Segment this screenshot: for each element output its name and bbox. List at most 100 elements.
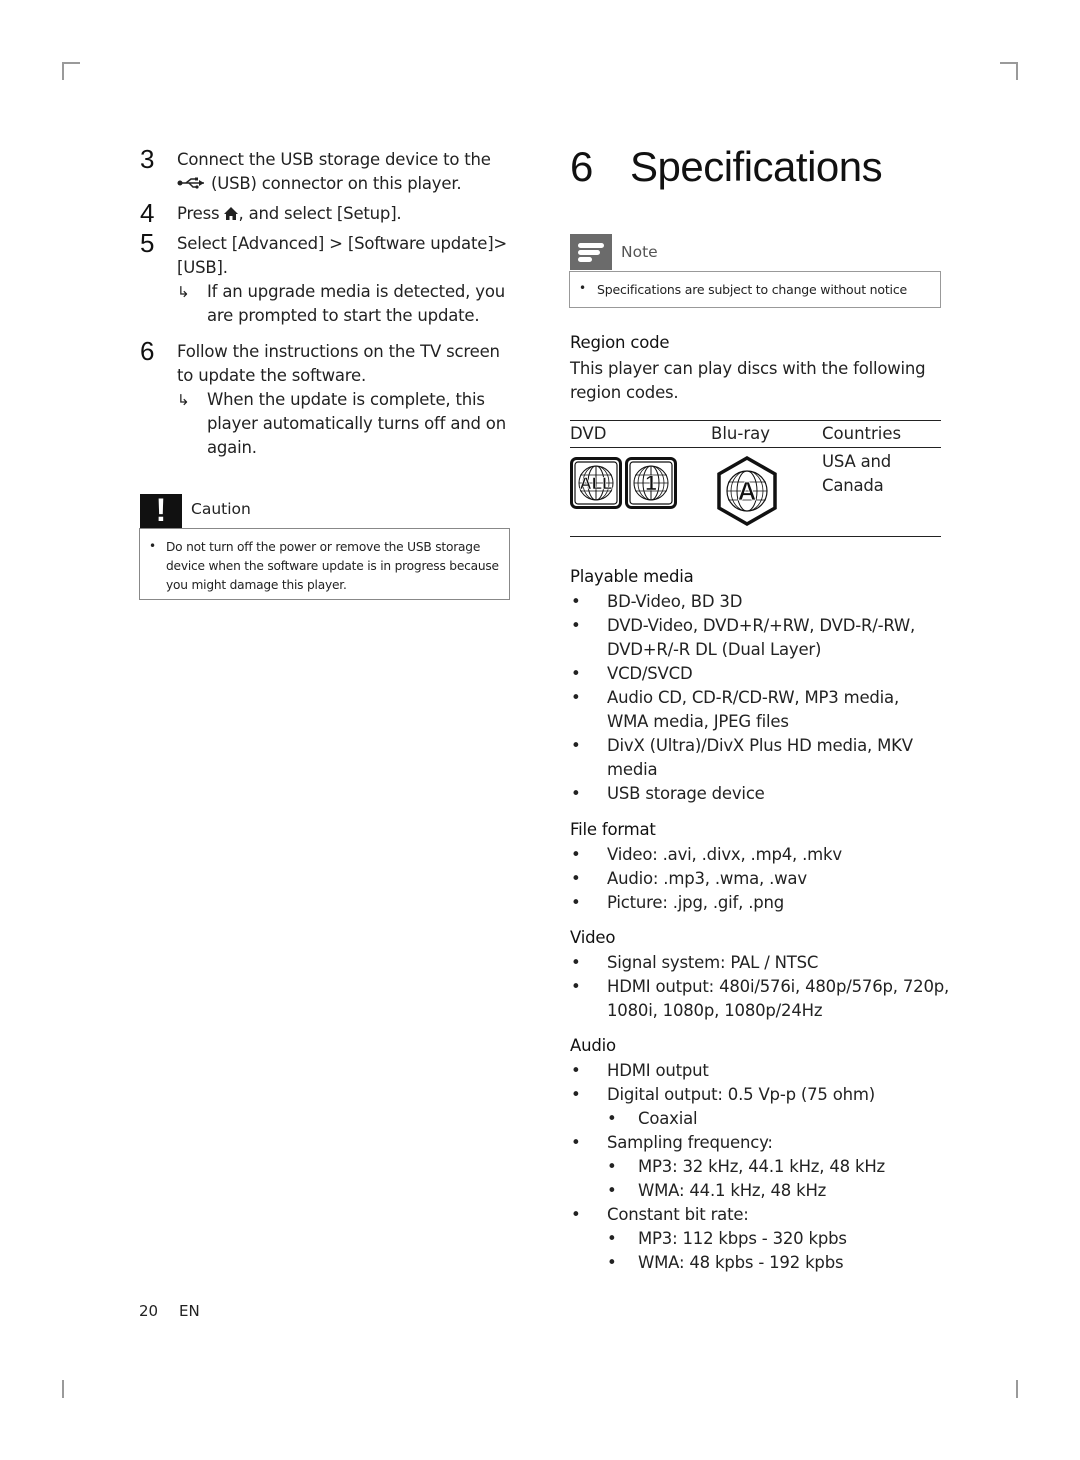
bullet-icon: •	[571, 784, 581, 803]
bullet-icon: •	[571, 664, 581, 683]
bullet-icon: •	[571, 1061, 581, 1080]
dvd-region-1-label: 1	[645, 472, 657, 495]
chapter-number: 6	[570, 143, 593, 190]
table-header-dvd: DVD	[570, 424, 607, 443]
description-line: region codes.	[570, 383, 679, 402]
step-number: 6	[140, 336, 155, 366]
step-line: [USB].	[177, 258, 228, 277]
caution-title: Caution	[191, 500, 251, 518]
page-number: 20	[139, 1302, 159, 1320]
caution-line: device when the software update is in pr…	[166, 559, 499, 573]
dvd-region-all-icon: ALL	[570, 457, 622, 513]
crop-mark-top-right-v	[1016, 62, 1018, 80]
list-item-text: VCD/SVCD	[607, 664, 693, 683]
list-item-line: media	[607, 760, 658, 779]
result-arrow-icon: ↳	[177, 391, 190, 409]
bullet-icon: •	[571, 592, 581, 611]
list-item-text: BD-Video, BD 3D	[607, 592, 743, 611]
crop-mark-bottom-left	[62, 1380, 64, 1398]
bullet-icon: •	[571, 953, 581, 972]
step-4: 4 Press , and select [Setup].	[140, 198, 510, 228]
result-line: If an upgrade media is detected, you	[207, 282, 505, 301]
list-item-line: 1080i, 1080p, 1080p/24Hz	[607, 1001, 823, 1020]
step-text: Select [Advanced] > [Software update]> […	[177, 232, 510, 280]
list-item-text: HDMI output	[607, 1061, 709, 1080]
table-bottom-rule	[570, 536, 941, 537]
list-item-text: Coaxial	[638, 1109, 698, 1128]
note-title: Note	[621, 243, 658, 261]
bullet-icon: •	[571, 893, 581, 912]
list-item-line: Audio CD, CD-R/CD-RW, MP3 media,	[607, 688, 900, 707]
list-item-text: Audio: .mp3, .wma, .wav	[607, 869, 807, 888]
result-line: When the update is complete, this	[207, 390, 485, 409]
step-text: Press , and select [Setup].	[177, 202, 510, 227]
description-line: This player can play discs with the foll…	[570, 359, 926, 378]
list-item-text: Audio CD, CD-R/CD-RW, MP3 media, WMA medi…	[607, 686, 947, 734]
bullet-icon: •	[571, 977, 581, 996]
result-line: are prompted to start the update.	[207, 306, 480, 325]
list-item-text: MP3: 112 kbps - 320 kpbs	[638, 1229, 847, 1248]
caution-icon: !	[140, 492, 182, 528]
step-5: 5 Select [Advanced] > [Software update]>…	[140, 228, 510, 282]
usb-icon	[177, 173, 207, 197]
file-format-title: File format	[570, 820, 656, 839]
caution-line: you might damage this player.	[166, 578, 347, 592]
countries-line: Canada	[822, 476, 884, 495]
exclamation-icon: !	[155, 492, 167, 528]
audio-title: Audio	[570, 1036, 616, 1055]
crop-mark-top-left-h	[62, 62, 80, 64]
note-icon-line	[578, 257, 592, 262]
result-arrow-icon: ↳	[177, 283, 190, 301]
bluray-region-a-icon: A	[716, 455, 778, 530]
caution-box: • Do not turn off the power or remove th…	[139, 528, 510, 600]
list-item-text: Constant bit rate:	[607, 1205, 749, 1224]
list-item-line: DivX (Ultra)/DivX Plus HD media, MKV	[607, 736, 913, 755]
home-icon	[224, 203, 239, 227]
list-item-text: HDMI output: 480i/576i, 480p/576p, 720p,…	[607, 975, 952, 1023]
list-item-text: Signal system: PAL / NTSC	[607, 953, 819, 972]
result-text: If an upgrade media is detected, you are…	[207, 280, 512, 328]
table-cell-countries: USA and Canada	[822, 450, 942, 498]
list-item-line: DVD-Video, DVD+R/+RW, DVD-R/-RW,	[607, 616, 916, 635]
step-line-text: (USB) connector on this player.	[211, 174, 462, 193]
dvd-region-1-icon: 1	[625, 457, 677, 513]
step-result: ↳ When the update is complete, this play…	[177, 388, 512, 462]
step-line: (USB) connector on this player.	[177, 172, 510, 197]
page-language: EN	[179, 1302, 200, 1320]
note-icon-line	[578, 250, 600, 255]
bullet-icon: •	[607, 1229, 617, 1248]
step-6: 6 Follow the instructions on the TV scre…	[140, 336, 510, 390]
step-number: 3	[140, 144, 155, 174]
step-result: ↳ If an upgrade media is detected, you a…	[177, 280, 512, 330]
bullet-icon: •	[607, 1181, 617, 1200]
step-line: Select [Advanced] > [Software update]>	[177, 234, 508, 253]
playable-media-title: Playable media	[570, 567, 694, 586]
bullet-icon: •	[607, 1109, 617, 1128]
chapter-heading: 6 Specifications	[570, 143, 883, 191]
table-header-countries: Countries	[822, 424, 902, 443]
step-text-before: Press	[177, 204, 220, 223]
list-item-text: Sampling frequency:	[607, 1133, 773, 1152]
note-text: Specifications are subject to change wit…	[597, 282, 907, 297]
table-header-bluray: Blu-ray	[711, 424, 770, 443]
note-box: • Specifications are subject to change w…	[569, 271, 941, 308]
step-number: 5	[140, 228, 155, 258]
note-icon	[570, 234, 612, 270]
bullet-icon: •	[579, 281, 587, 295]
bullet-icon: •	[571, 1133, 581, 1152]
bullet-icon: •	[571, 869, 581, 888]
bullet-icon: •	[571, 616, 581, 635]
table-header-rule	[570, 447, 941, 448]
step-text: Follow the instructions on the TV screen…	[177, 340, 510, 388]
bluray-region-a-label: A	[738, 476, 757, 506]
chapter-title: Specifications	[630, 143, 883, 190]
step-number: 4	[140, 198, 155, 228]
list-item-text: DivX (Ultra)/DivX Plus HD media, MKV medi…	[607, 734, 947, 782]
caution-text: Do not turn off the power or remove the …	[166, 538, 503, 595]
step-text: Connect the USB storage device to the (U…	[177, 148, 510, 197]
list-item-text: Digital output: 0.5 Vp-p (75 ohm)	[607, 1085, 876, 1104]
bullet-icon: •	[571, 688, 581, 707]
step-text-after: , and select [Setup].	[238, 204, 402, 223]
bullet-icon: •	[571, 1205, 581, 1224]
bullet-icon: •	[571, 845, 581, 864]
